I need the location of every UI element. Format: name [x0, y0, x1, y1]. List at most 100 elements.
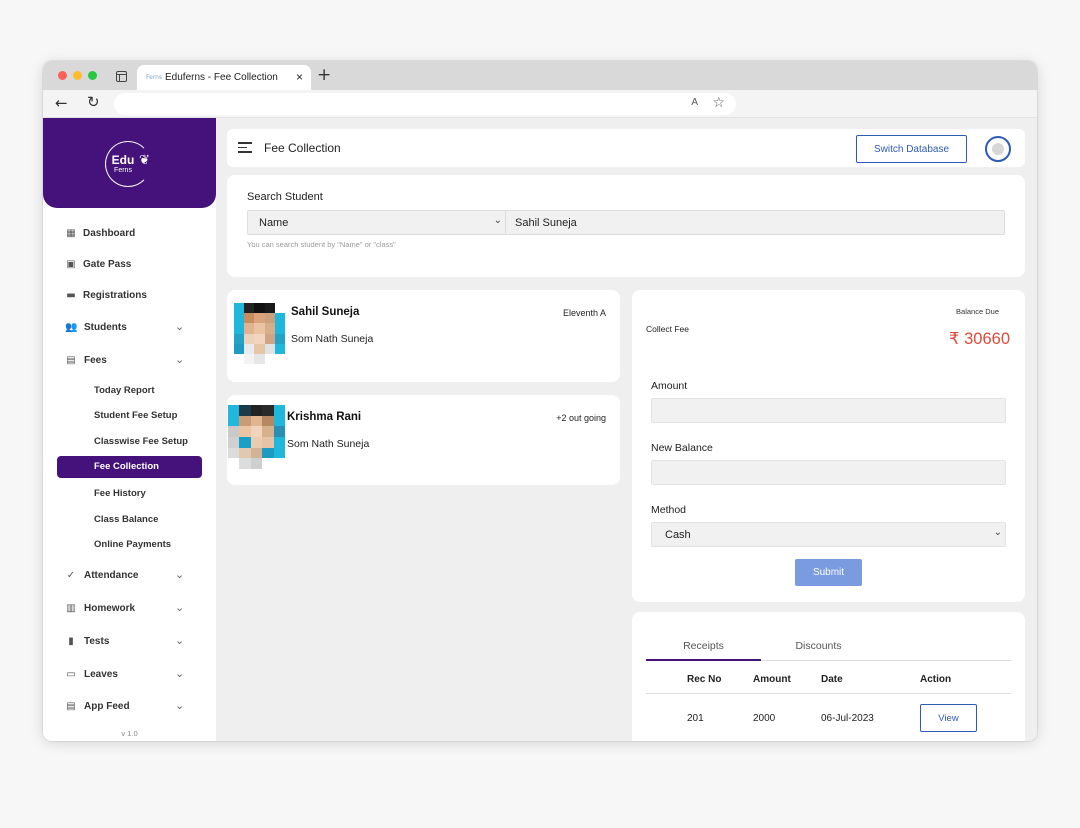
sidebar: Edu Ferns ❦ ▦ Dashboard ▣ Gate Pass ▬ Re… [43, 118, 216, 741]
sidebar-item-label: Tests [84, 636, 110, 647]
new-balance-label: New Balance [651, 442, 713, 454]
receipt-amount: 2000 [753, 713, 776, 724]
sidebar-item-label: Leaves [84, 669, 118, 680]
search-input[interactable] [506, 210, 1005, 235]
chevron-down-icon: ⌄ [175, 353, 185, 366]
method-select[interactable]: Cash ⌄ [651, 522, 1006, 547]
back-arrow-icon[interactable]: ← [55, 94, 68, 112]
chevron-down-icon: ⌄ [493, 215, 502, 226]
search-student-card: Search Student Name ⌄ You can search stu… [227, 175, 1025, 277]
tab-overview-icon[interactable] [116, 71, 127, 82]
sidebar-subitem-fee-collection[interactable]: Fee Collection [57, 456, 202, 478]
submit-button[interactable]: Submit [795, 559, 862, 586]
table-header-rec-no: Rec No [687, 674, 722, 685]
sidebar-item-label: Students [84, 322, 127, 333]
maximize-window-button[interactable] [88, 71, 97, 80]
sidebar-subitem-label: Classwise Fee Setup [94, 436, 188, 447]
sidebar-subitem-label: Class Balance [94, 514, 159, 525]
view-receipt-button[interactable]: View [920, 704, 977, 732]
minimize-window-button[interactable] [73, 71, 82, 80]
student-name: Sahil Suneja [291, 306, 360, 318]
logo-text-edu: Edu [111, 153, 135, 167]
parent-name: Som Nath Suneja [287, 438, 370, 450]
student-card[interactable]: Sahil Suneja Som Nath Suneja Eleventh A [227, 290, 620, 382]
student-card[interactable]: Krishma Rani Som Nath Suneja +2 out goin… [227, 395, 620, 485]
sidebar-subitem-classwise-fee-setup[interactable]: Classwise Fee Setup [57, 431, 202, 453]
class-badge: +2 out going [556, 413, 606, 423]
page-header: Fee Collection Switch Database [227, 129, 1025, 167]
method-label: Method [651, 504, 687, 516]
browser-titlebar: Ferns Eduferns - Fee Collection × + [43, 61, 1037, 90]
sidebar-item-app-feed[interactable]: ▤ App Feed ⌄ [43, 696, 216, 720]
new-balance-field[interactable] [651, 460, 1006, 485]
switch-database-button[interactable]: Switch Database [856, 135, 967, 163]
amount-field[interactable] [651, 398, 1006, 423]
close-tab-icon[interactable]: × [296, 70, 303, 84]
sidebar-item-label: Attendance [84, 570, 139, 581]
table-header-date: Date [821, 674, 843, 685]
fees-icon: ▤ [66, 355, 76, 366]
sidebar-item-homework[interactable]: ▥ Homework ⌄ [43, 598, 216, 622]
search-by-select[interactable]: Name ⌄ [247, 210, 506, 235]
sidebar-item-label: Gate Pass [83, 259, 132, 270]
sidebar-subitem-label: Student Fee Setup [94, 410, 178, 421]
class-badge: Eleventh A [562, 308, 606, 318]
eduferns-logo[interactable]: Edu Ferns ❦ [105, 141, 151, 187]
address-bar[interactable]: A ☆ [114, 93, 736, 115]
tab-discounts[interactable]: Discounts [761, 640, 876, 652]
registrations-icon: ▬ [66, 290, 76, 301]
search-by-value: Name [259, 217, 289, 229]
sidebar-subitem-class-balance[interactable]: Class Balance [57, 509, 202, 531]
sidebar-item-fees[interactable]: ▤ Fees ⌄ [43, 350, 216, 374]
chevron-down-icon: ⌄ [993, 527, 1002, 538]
gate-pass-icon: ▣ [66, 259, 76, 270]
sidebar-item-gate-pass[interactable]: ▣ Gate Pass [43, 254, 216, 278]
app-version: v 1.0 [121, 729, 138, 738]
user-avatar[interactable] [985, 136, 1011, 162]
student-name: Krishma Rani [287, 411, 362, 423]
balance-due-amount: ₹ 30660 [949, 330, 1010, 348]
sidebar-item-registrations[interactable]: ▬ Registrations [43, 285, 216, 309]
sidebar-item-leaves[interactable]: ▭ Leaves ⌄ [43, 664, 216, 688]
receipts-card: Receipts Discounts Rec No Amount Date Ac… [632, 612, 1025, 741]
sidebar-subitem-today-report[interactable]: Today Report [57, 380, 202, 402]
table-header-amount: Amount [753, 674, 791, 685]
fern-leaf-icon: ❦ [139, 153, 150, 168]
favicon-icon: Ferns [146, 74, 163, 81]
sidebar-item-students[interactable]: 👥 Students ⌄ [43, 317, 216, 341]
method-value: Cash [665, 529, 691, 541]
browser-window: Ferns Eduferns - Fee Collection × + ← ↻ … [43, 61, 1037, 741]
sidebar-subitem-online-payments[interactable]: Online Payments [57, 534, 202, 556]
parent-name: Som Nath Suneja [291, 333, 374, 345]
student-photo [234, 303, 285, 364]
favorite-star-icon[interactable]: ☆ [712, 95, 725, 111]
tests-icon: ▮ [68, 636, 74, 647]
browser-tab[interactable]: Ferns Eduferns - Fee Collection × [137, 65, 311, 90]
sidebar-subitem-label: Fee History [94, 488, 146, 499]
student-photo [228, 405, 285, 469]
receipt-rec-no: 201 [687, 713, 704, 724]
chevron-down-icon: ⌄ [175, 568, 185, 581]
tab-receipts[interactable]: Receipts [646, 640, 761, 652]
table-header-action: Action [920, 674, 952, 685]
new-tab-button[interactable]: + [317, 66, 331, 84]
close-window-button[interactable] [58, 71, 67, 80]
attendance-icon: ✓ [66, 570, 76, 581]
sidebar-subitem-fee-history[interactable]: Fee History [57, 483, 202, 505]
sidebar-item-attendance[interactable]: ✓ Attendance ⌄ [43, 565, 216, 589]
sidebar-item-tests[interactable]: ▮ Tests ⌄ [43, 631, 216, 655]
browser-toolbar: ← ↻ A ☆ [43, 90, 1037, 118]
chevron-down-icon: ⌄ [175, 634, 185, 647]
logo-text-ferns: Ferns [114, 167, 132, 174]
chevron-down-icon: ⌄ [175, 667, 185, 680]
sidebar-subitem-student-fee-setup[interactable]: Student Fee Setup [57, 405, 202, 427]
sidebar-item-label: Homework [84, 603, 136, 614]
read-aloud-icon[interactable]: A [691, 97, 698, 108]
sidebar-item-dashboard[interactable]: ▦ Dashboard [43, 223, 216, 247]
hamburger-menu-icon[interactable] [238, 142, 252, 156]
collect-fee-card: Balance Due Collect Fee ₹ 30660 Amount N… [632, 290, 1025, 602]
sidebar-subitem-label: Today Report [94, 385, 155, 396]
sidebar-item-label: Fees [84, 355, 107, 366]
page-title: Fee Collection [264, 141, 341, 155]
reload-icon[interactable]: ↻ [87, 93, 100, 111]
